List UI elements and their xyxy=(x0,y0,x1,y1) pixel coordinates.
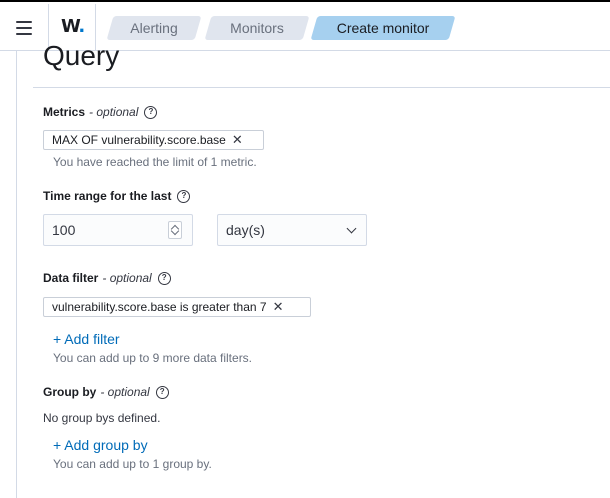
breadcrumb-create-monitor: Create monitor xyxy=(310,16,456,40)
left-rail-divider xyxy=(16,51,17,498)
menu-icon[interactable] xyxy=(10,15,38,41)
data-filter-chip[interactable]: vulnerability.score.base is greater than… xyxy=(43,297,311,317)
time-unit-select[interactable]: day(s) xyxy=(217,214,367,246)
group-by-label: Group by - optional ? xyxy=(43,385,169,399)
section-divider xyxy=(33,87,610,88)
group-by-empty-text: No group bys defined. xyxy=(43,411,161,425)
data-filter-help-text: You can add up to 9 more data filters. xyxy=(53,351,253,365)
section-title: Query xyxy=(43,40,120,71)
question-circle-icon[interactable]: ? xyxy=(157,271,171,285)
app-logo: W. xyxy=(61,16,85,37)
metrics-label: Metrics - optional ? xyxy=(43,105,158,119)
question-circle-icon[interactable]: ? xyxy=(144,105,158,119)
breadcrumb-alerting[interactable]: Alerting xyxy=(106,16,202,40)
question-circle-icon[interactable]: ? xyxy=(177,189,191,203)
close-icon[interactable]: ✕ xyxy=(232,131,243,149)
add-filter-button[interactable]: + Add filter xyxy=(53,331,120,347)
data-filter-label: Data filter - optional ? xyxy=(43,271,171,285)
close-icon[interactable]: ✕ xyxy=(273,298,284,316)
add-group-by-button[interactable]: + Add group by xyxy=(53,437,148,453)
chevron-down-icon xyxy=(346,223,357,234)
question-circle-icon[interactable]: ? xyxy=(155,385,169,399)
group-by-help-text: You can add up to 1 group by. xyxy=(53,457,212,471)
number-stepper[interactable] xyxy=(168,221,182,239)
metrics-help-text: You have reached the limit of 1 metric. xyxy=(53,155,257,169)
metric-chip[interactable]: MAX OF vulnerability.score.base ✕ xyxy=(43,130,264,150)
time-range-value-input[interactable]: 100 xyxy=(43,214,193,246)
time-range-label: Time range for the last ? xyxy=(43,189,191,203)
breadcrumb-monitors[interactable]: Monitors xyxy=(204,16,310,40)
